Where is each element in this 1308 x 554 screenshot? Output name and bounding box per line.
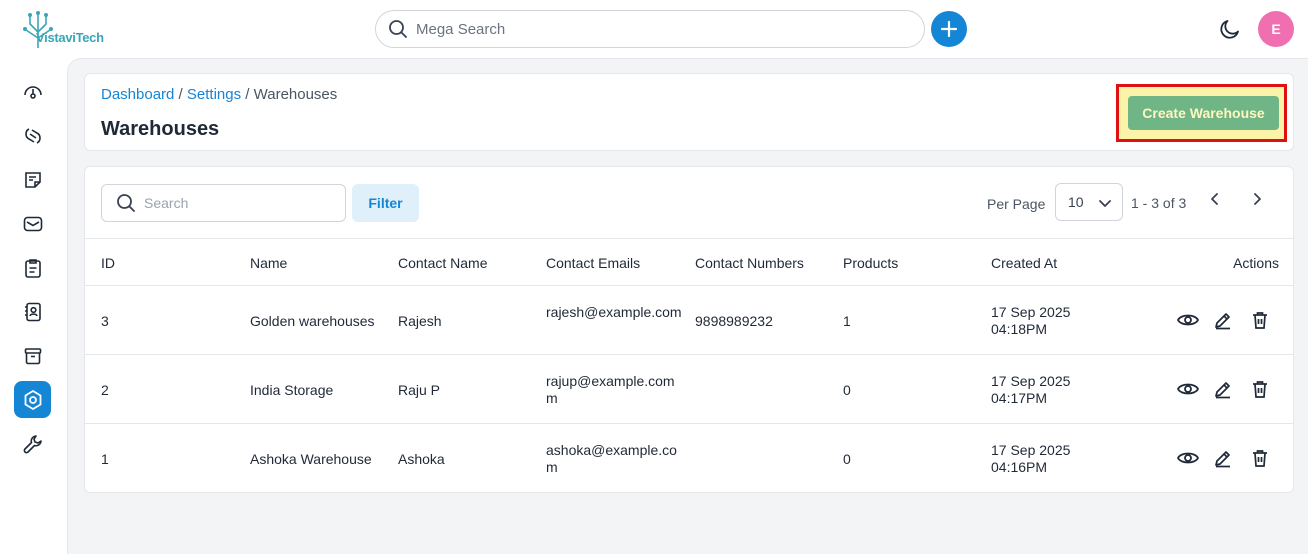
sidebar-item-mail[interactable] xyxy=(14,205,51,242)
cell-contact-number: 9898989232 xyxy=(695,313,773,329)
main-content: Dashboard / Settings / Warehouses Wareho… xyxy=(67,58,1308,554)
delete-trash-icon[interactable] xyxy=(1250,379,1270,399)
column-header-contact-name[interactable]: Contact Name xyxy=(398,255,487,271)
per-page-select[interactable]: 10 xyxy=(1055,183,1123,221)
create-warehouse-button[interactable]: Create Warehouse xyxy=(1128,96,1279,130)
sidebar-item-tasks[interactable] xyxy=(14,249,51,286)
filter-button[interactable]: Filter xyxy=(352,184,419,222)
column-header-products[interactable]: Products xyxy=(843,255,898,271)
search-icon xyxy=(117,194,135,212)
page-title: Warehouses xyxy=(101,118,220,140)
table-search-input[interactable] xyxy=(144,195,334,211)
cell-name: Golden warehouses xyxy=(250,313,375,329)
contacts-icon xyxy=(24,302,41,321)
per-page-label: Per Page xyxy=(987,196,1046,212)
logo-text: VistaviTech xyxy=(36,30,104,45)
table-header: ID Name Contact Name Contact Emails Cont… xyxy=(85,238,1293,286)
warehouses-table-card: Filter Per Page 10 1 - 3 of 3 ID Name Co… xyxy=(84,166,1294,493)
sidebar-item-contacts[interactable] xyxy=(14,293,51,330)
mega-search-box[interactable] xyxy=(375,10,925,48)
cell-products: 1 xyxy=(843,313,851,329)
quick-add-button[interactable] xyxy=(931,11,967,47)
highlight-box: Create Warehouse xyxy=(1116,84,1287,142)
column-header-created-at[interactable]: Created At xyxy=(991,255,1057,271)
sidebar-item-archive[interactable] xyxy=(14,337,51,374)
chevron-left-icon[interactable] xyxy=(1207,191,1223,207)
edit-pencil-icon[interactable] xyxy=(1213,448,1233,468)
column-header-name[interactable]: Name xyxy=(250,255,287,271)
breadcrumb-separator: / xyxy=(174,86,187,103)
cell-created-time: 04:16PM xyxy=(991,459,1048,475)
breadcrumb-dashboard-link[interactable]: Dashboard xyxy=(101,86,174,103)
chevron-down-icon xyxy=(1099,200,1111,207)
table-row: 1 Ashoka Warehouse Ashoka ashoka@example… xyxy=(85,424,1293,492)
cell-name: India Storage xyxy=(250,382,334,398)
delete-trash-icon[interactable] xyxy=(1250,310,1270,330)
cell-created-date: 17 Sep 2025 xyxy=(991,442,1071,458)
integrations-icon xyxy=(24,127,41,144)
sidebar-item-tools[interactable] xyxy=(14,425,51,462)
cell-created-time: 04:17PM xyxy=(991,390,1048,406)
archive-icon xyxy=(24,347,41,364)
cell-created-time: 04:18PM xyxy=(991,321,1048,337)
sidebar-item-settings[interactable] xyxy=(14,381,51,418)
page-header-card: Dashboard / Settings / Warehouses Wareho… xyxy=(84,73,1294,151)
wrench-icon xyxy=(23,434,42,453)
breadcrumb: Dashboard / Settings / Warehouses xyxy=(101,86,337,103)
search-icon xyxy=(389,20,407,38)
user-avatar[interactable]: E xyxy=(1258,11,1294,47)
column-header-contact-emails[interactable]: Contact Emails xyxy=(546,255,640,271)
cell-name: Ashoka Warehouse xyxy=(250,451,372,467)
cell-products: 0 xyxy=(843,451,851,467)
gauge-icon xyxy=(23,85,42,99)
view-eye-icon[interactable] xyxy=(1176,448,1200,468)
table-search-box[interactable] xyxy=(101,184,346,222)
mail-icon xyxy=(23,216,42,231)
cell-id: 1 xyxy=(101,451,109,467)
view-eye-icon[interactable] xyxy=(1176,310,1200,330)
chevron-right-icon[interactable] xyxy=(1249,191,1265,207)
sidebar xyxy=(0,58,67,554)
settings-hex-icon xyxy=(24,389,41,410)
cell-contact-name: Raju P xyxy=(398,382,441,398)
column-header-id[interactable]: ID xyxy=(101,255,115,271)
edit-pencil-icon[interactable] xyxy=(1213,310,1233,330)
column-header-actions: Actions xyxy=(1233,255,1279,271)
clipboard-icon xyxy=(24,258,41,278)
sidebar-item-notes[interactable] xyxy=(14,161,51,198)
cell-id: 3 xyxy=(101,313,109,329)
table-row: 2 India Storage Raju P rajup@example.com… xyxy=(85,355,1293,424)
cell-contact-name: Rajesh xyxy=(398,313,442,329)
sticky-note-icon xyxy=(24,171,41,188)
cell-created-date: 17 Sep 2025 xyxy=(991,373,1071,389)
dark-mode-moon-icon[interactable] xyxy=(1218,17,1242,41)
cell-contact-email: rajup@example.comm xyxy=(546,373,675,406)
sidebar-item-dashboard[interactable] xyxy=(14,73,51,110)
logo[interactable]: VistaviTech xyxy=(18,10,128,50)
plus-icon xyxy=(940,20,958,38)
view-eye-icon[interactable] xyxy=(1176,379,1200,399)
cell-products: 0 xyxy=(843,382,851,398)
cell-contact-email: ashoka@example.com xyxy=(546,442,677,475)
cell-contact-email: rajesh@example.com xyxy=(546,304,682,320)
top-bar: VistaviTech E xyxy=(0,0,1308,58)
breadcrumb-separator: / xyxy=(241,86,254,103)
breadcrumb-current: Warehouses xyxy=(253,86,338,103)
cell-created-date: 17 Sep 2025 xyxy=(991,304,1071,320)
mega-search-input[interactable] xyxy=(416,20,896,38)
pagination-range: 1 - 3 of 3 xyxy=(1131,195,1187,211)
per-page-value: 10 xyxy=(1068,194,1084,210)
sidebar-item-integrations[interactable] xyxy=(14,117,51,154)
cell-contact-name: Ashoka xyxy=(398,451,445,467)
cell-id: 2 xyxy=(101,382,109,398)
breadcrumb-settings-link[interactable]: Settings xyxy=(187,86,241,103)
delete-trash-icon[interactable] xyxy=(1250,448,1270,468)
column-header-contact-numbers[interactable]: Contact Numbers xyxy=(695,255,804,271)
table-row: 3 Golden warehouses Rajesh rajesh@exampl… xyxy=(85,286,1293,355)
edit-pencil-icon[interactable] xyxy=(1213,379,1233,399)
